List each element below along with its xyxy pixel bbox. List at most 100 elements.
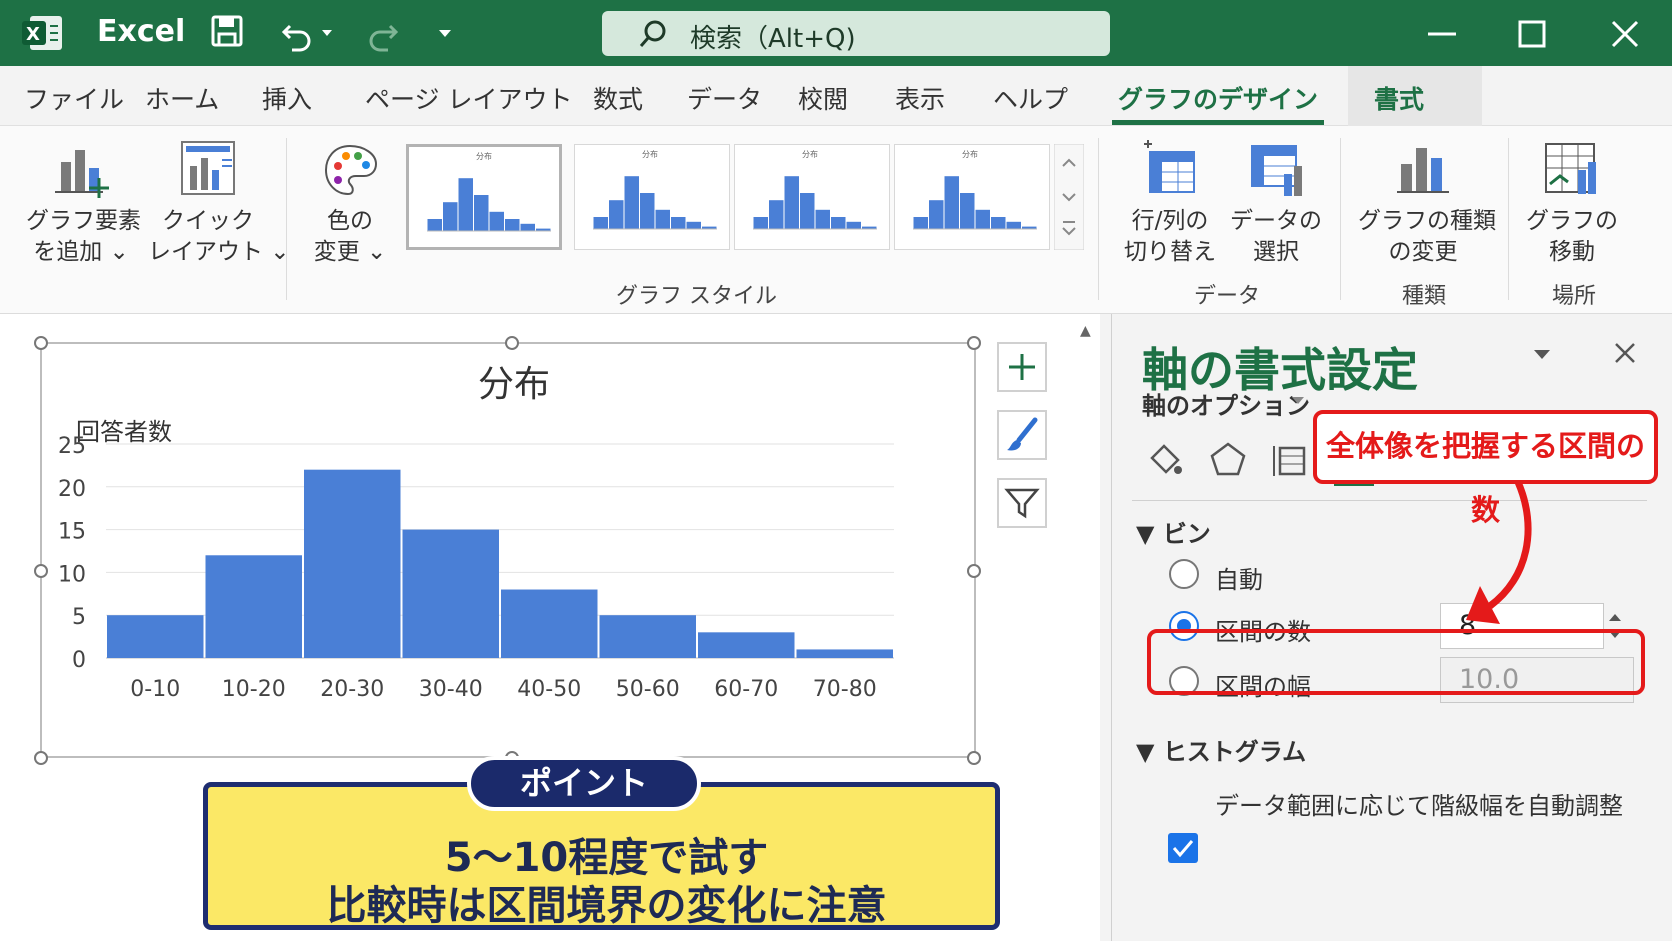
- chart-object[interactable]: 分布 回答者数 0 5 10 15 20 25 0-10 10-20 20-30 30-40 40-…: [40, 342, 976, 758]
- tab-chart-design[interactable]: グラフのデザイン: [1118, 80, 1318, 116]
- search-box[interactable]: 検索（Alt+Q): [602, 11, 1110, 56]
- y-tick-label: 0: [72, 648, 86, 673]
- axis-options-dropdown[interactable]: 軸のオプション: [1142, 386, 1310, 421]
- thumb-bar: [960, 193, 975, 229]
- change-colors-button[interactable]: 色の 変更 ⌄: [305, 140, 395, 268]
- fill-line-icon[interactable]: [1144, 440, 1184, 480]
- tab-data[interactable]: データ: [687, 80, 762, 116]
- search-text: 検索（Alt+Q): [690, 24, 856, 54]
- auto-label: 自動: [1215, 566, 1263, 594]
- thumb-bar: [655, 209, 670, 229]
- tab-file[interactable]: ファイル: [24, 80, 124, 116]
- histogram-bar[interactable]: [107, 615, 204, 658]
- histogram-bar[interactable]: [599, 615, 697, 658]
- thumb-bar: [846, 221, 861, 229]
- histogram-section-header[interactable]: ▼ ヒストグラム: [1136, 732, 1306, 767]
- resize-handle[interactable]: [967, 751, 981, 765]
- tab-view[interactable]: 表示: [895, 80, 945, 116]
- undo-icon[interactable]: [280, 12, 340, 52]
- tab-help[interactable]: ヘルプ: [993, 80, 1068, 116]
- tab-page-layout[interactable]: ページ レイアウト: [365, 80, 572, 116]
- resize-handle[interactable]: [505, 336, 519, 350]
- select-data-button[interactable]: データの 選択: [1226, 140, 1326, 268]
- thumb-bar: [991, 217, 1006, 229]
- quick-layout-label-1: クイック: [162, 208, 254, 234]
- excel-logo-icon: X: [22, 16, 62, 50]
- thumb-title: 分布: [642, 149, 658, 159]
- x-tick-label: 40-50: [517, 677, 581, 702]
- maximize-icon[interactable]: [1512, 14, 1552, 54]
- chart-title[interactable]: 分布: [478, 364, 550, 405]
- chart-elements-button[interactable]: [997, 342, 1047, 392]
- point-badge: ポイント: [467, 756, 701, 811]
- auto-radio[interactable]: [1169, 559, 1199, 589]
- change-chart-type-button[interactable]: グラフの種類 の変更: [1358, 140, 1496, 268]
- x-tick-label: 50-60: [616, 677, 680, 702]
- redo-icon[interactable]: [360, 12, 400, 52]
- minimize-icon[interactable]: [1422, 14, 1462, 54]
- resize-handle[interactable]: [34, 336, 48, 350]
- select-data-label-2: 選択: [1253, 239, 1299, 265]
- close-window-icon[interactable]: [1605, 14, 1645, 54]
- chart-style-thumb-graphic: 分布: [913, 149, 1037, 230]
- effects-icon[interactable]: [1208, 440, 1248, 480]
- chart-style-thumb-1[interactable]: 分布: [406, 144, 562, 250]
- thumb-bar: [427, 219, 442, 231]
- plus-icon: [1009, 354, 1035, 380]
- close-pane-icon[interactable]: [1610, 338, 1640, 368]
- chart-style-thumb-4[interactable]: 分布: [894, 144, 1050, 250]
- tab-home[interactable]: ホーム: [145, 80, 219, 116]
- histogram-section-label: ヒストグラム: [1162, 738, 1307, 766]
- x-tick-label: 30-40: [419, 677, 483, 702]
- thumb-bar: [593, 217, 608, 229]
- tab-formulas[interactable]: 数式: [593, 80, 643, 116]
- add-chart-element-icon: [55, 150, 109, 198]
- histogram-bar[interactable]: [796, 649, 894, 658]
- style-gallery-scroll[interactable]: [1054, 144, 1084, 250]
- bins-section-header[interactable]: ▼ ビン: [1136, 514, 1211, 549]
- callout-line-2: 比較時は区間境界の変化に注意: [326, 883, 887, 929]
- ribbon-separator: [1340, 138, 1341, 300]
- chart-style-thumb-2[interactable]: 分布: [574, 144, 730, 250]
- chart-style-thumb-3[interactable]: 分布: [734, 144, 890, 250]
- thumb-bar: [489, 211, 504, 231]
- resize-handle[interactable]: [967, 564, 981, 578]
- switch-row-column-button[interactable]: 行/列の 切り替え: [1118, 140, 1222, 268]
- scroll-up-icon[interactable]: ▲: [1080, 323, 1091, 339]
- move-chart-button[interactable]: グラフの 移動: [1522, 140, 1622, 268]
- pane-options-dropdown-icon[interactable]: [1530, 342, 1554, 366]
- axis-options-chevron-icon[interactable]: [1288, 390, 1308, 410]
- size-properties-icon[interactable]: [1270, 440, 1310, 480]
- switch-row-column-icon: [1144, 140, 1195, 193]
- chart-styles-button[interactable]: [997, 410, 1047, 460]
- x-tick-label: 60-70: [714, 677, 778, 702]
- resize-handle[interactable]: [34, 564, 48, 578]
- tab-format[interactable]: 書式: [1374, 80, 1424, 116]
- x-tick-label: 70-80: [813, 677, 877, 702]
- quick-layout-button[interactable]: クイック レイアウト ⌄: [148, 140, 290, 268]
- auto-adjust-checkbox[interactable]: [1168, 833, 1198, 863]
- y-axis-title[interactable]: 回答者数: [76, 418, 172, 446]
- resize-handle[interactable]: [34, 751, 48, 765]
- histogram-bar[interactable]: [402, 529, 500, 658]
- filter-icon: [1004, 488, 1040, 519]
- chart-filters-button[interactable]: [997, 478, 1047, 528]
- tab-review[interactable]: 校閲: [798, 80, 848, 116]
- add-chart-element-button[interactable]: グラフ要素 を追加 ⌄: [26, 140, 141, 268]
- change-type-label-2: の変更: [1388, 239, 1458, 265]
- tab-insert[interactable]: 挿入: [262, 80, 312, 116]
- histogram-bar[interactable]: [501, 589, 598, 658]
- thumb-bar: [769, 200, 784, 229]
- y-tick-label: 10: [58, 562, 86, 587]
- quick-access-dropdown-icon[interactable]: [425, 12, 465, 52]
- histogram-chart[interactable]: 分布 回答者数 0 5 10 15 20 25 0-10 10-20 20-30 30-40 40-…: [42, 344, 974, 756]
- histogram-bar[interactable]: [698, 632, 795, 658]
- histogram-bar[interactable]: [205, 555, 303, 658]
- group-type: 種類: [1402, 284, 1447, 309]
- resize-handle[interactable]: [967, 336, 981, 350]
- save-icon[interactable]: [208, 12, 248, 52]
- thumb-bar: [753, 217, 768, 229]
- checkmark-icon: [1172, 840, 1194, 858]
- histogram-bar[interactable]: [304, 469, 401, 658]
- brush-icon: [1007, 417, 1038, 451]
